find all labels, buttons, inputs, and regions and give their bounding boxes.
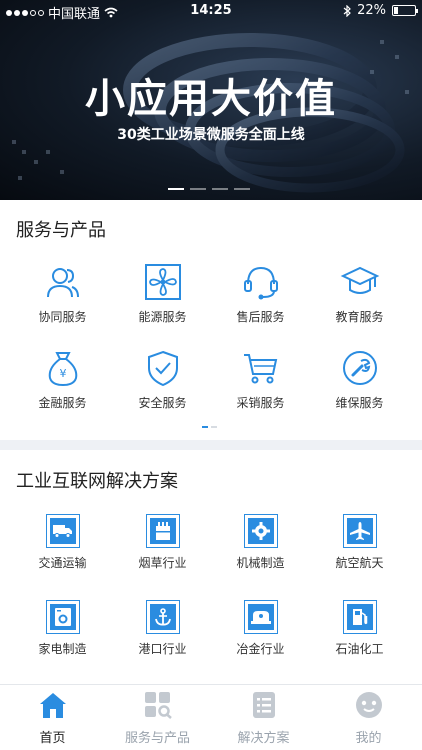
gear-icon [243,514,278,548]
home-icon [39,693,66,718]
graduation-cap-icon [340,266,379,294]
pager-dot[interactable] [212,188,228,190]
services-section-title: 服务与产品 [16,220,106,241]
service-item-finance[interactable]: ¥ 金融服务 [10,348,115,411]
banner-pager[interactable] [168,188,250,190]
service-item-after-sales[interactable]: 售后服务 [208,262,313,325]
solution-item-petrochemical[interactable]: 石油化工 [307,600,412,657]
tab-label: 我的 [355,731,382,746]
tab-profile[interactable]: 我的 [316,691,421,746]
solution-label: 家电制造 [38,642,87,656]
solution-label: 烟草行业 [138,556,187,570]
solution-label: 港口行业 [138,642,187,656]
status-bar: 中国联通 14:25 22% [0,0,422,22]
solution-item-machinery[interactable]: 机械制造 [208,514,313,571]
svg-text:¥: ¥ [59,367,66,380]
pager-dot[interactable] [190,188,206,190]
solutions-section-title: 工业互联网解决方案 [16,471,178,492]
hero-banner[interactable]: 中国联通 14:25 22% 小应用大价值 30类工业场景微服务全面上线 [0,0,422,200]
airplane-icon [342,514,377,548]
solution-label: 机械制造 [236,556,285,570]
tab-services[interactable]: 服务与产品 [105,691,210,746]
service-label: 金融服务 [38,396,87,410]
tab-label: 服务与产品 [124,731,190,746]
headset-icon [243,266,278,300]
truck-icon [45,514,80,548]
bluetooth-icon [343,4,351,17]
service-label: 安全服务 [138,396,187,410]
battery-percent: 22% [357,3,386,18]
hero-title: 小应用大价值 [85,76,337,122]
solution-label: 石油化工 [335,642,384,656]
fan-icon [144,264,181,300]
solution-label: 冶金行业 [236,642,285,656]
pager-dot[interactable] [234,188,250,190]
section-divider [0,440,422,450]
service-label: 能源服务 [138,310,187,324]
solution-item-transport[interactable]: 交通运输 [10,514,115,571]
washer-icon [45,600,80,634]
wrench-icon [342,351,377,385]
service-item-security[interactable]: 安全服务 [110,348,215,411]
solution-label: 交通运输 [38,556,87,570]
services-pager[interactable] [202,426,217,428]
service-label: 协同服务 [38,310,87,324]
cart-icon [243,354,277,384]
list-icon [252,692,275,718]
anchor-icon [145,600,180,634]
solution-item-metallurgy[interactable]: 冶金行业 [208,600,313,657]
solution-item-appliance[interactable]: 家电制造 [10,600,115,657]
service-item-education[interactable]: 教育服务 [307,262,412,325]
fuel-pump-icon [342,600,377,634]
service-label: 教育服务 [335,310,384,324]
solution-label: 航空航天 [335,556,384,570]
service-label: 维保服务 [335,396,384,410]
tab-label: 解决方案 [237,731,290,746]
apps-search-icon [144,692,172,719]
bottom-tab-bar: 首页 服务与产品 解决方案 我的 [0,684,422,750]
tab-home[interactable]: 首页 [0,691,105,746]
service-item-procurement[interactable]: 采销服务 [208,348,313,411]
furnace-icon [243,600,278,634]
pager-dot[interactable] [211,426,217,428]
service-item-maintenance[interactable]: 维保服务 [307,348,412,411]
service-label: 售后服务 [236,310,285,324]
solution-item-aerospace[interactable]: 航空航天 [307,514,412,571]
solution-item-tobacco[interactable]: 烟草行业 [110,514,215,571]
battery-icon [392,5,418,16]
solution-item-port[interactable]: 港口行业 [110,600,215,657]
service-item-collaboration[interactable]: 协同服务 [10,262,115,325]
tab-label: 首页 [39,731,66,746]
tobacco-icon [145,514,180,548]
shield-icon [147,350,178,387]
hero-subtitle: 30类工业场景微服务全面上线 [117,127,305,143]
tab-solutions[interactable]: 解决方案 [211,691,316,746]
users-icon [46,268,79,298]
service-item-energy[interactable]: 能源服务 [110,262,215,325]
pager-dot[interactable] [168,188,184,190]
money-bag-icon: ¥ [48,352,77,387]
pager-dot[interactable] [202,426,208,428]
face-icon [355,692,382,718]
service-label: 采销服务 [236,396,285,410]
